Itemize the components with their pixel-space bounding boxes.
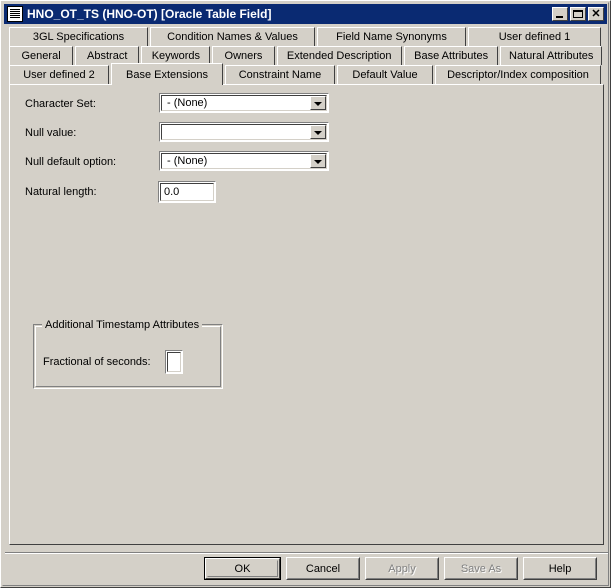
tab-base-extensions[interactable]: Base Extensions [111,63,223,85]
tab-label: Base Attributes [414,50,488,62]
tab-label: User defined 2 [23,69,95,81]
button-label: Apply [388,563,416,575]
tab-3gl-specifications[interactable]: 3GL Specifications [9,27,148,46]
chevron-down-icon[interactable] [310,96,326,110]
tab-label: Condition Names & Values [167,31,298,43]
tab-label: Base Extensions [126,69,208,81]
dialog-window: HNO_OT_TS (HNO-OT) [Oracle Table Field] … [0,0,611,588]
label-character-set: Character Set: [25,98,96,110]
save-as-button: Save As [444,557,518,580]
tab-label: Default Value [352,69,417,81]
tab-panel-base-extensions: Character Set: - (None) Null value: Null… [9,84,604,545]
tab-constraint-name[interactable]: Constraint Name [225,65,335,84]
input-natural-length-value: 0.0 [161,186,179,198]
minimize-button[interactable] [552,7,568,21]
minimize-icon [556,16,563,18]
document-list-icon [7,6,23,22]
input-fractional-of-seconds[interactable] [165,350,183,374]
close-button[interactable]: ✕ [588,7,604,21]
input-natural-length[interactable]: 0.0 [158,181,216,203]
tab-default-value[interactable]: Default Value [337,65,433,84]
tab-label: User defined 1 [499,31,571,43]
help-button[interactable]: Help [523,557,597,580]
tab-label: Field Name Synonyms [336,31,447,43]
button-label: Cancel [306,563,340,575]
button-label: Help [549,563,572,575]
tab-general[interactable]: General [9,46,73,65]
tab-label: Extended Description [287,50,392,62]
ok-button[interactable]: OK [204,557,281,580]
tab-strip: 3GL Specifications Condition Names & Valu… [9,27,604,84]
tab-label: Natural Attributes [509,50,593,62]
tab-row-1: 3GL Specifications Condition Names & Valu… [9,27,604,46]
tab-extended-description[interactable]: Extended Description [277,46,402,65]
tab-label: General [22,50,61,62]
maximize-button[interactable] [570,7,586,21]
group-additional-timestamp-attributes: Additional Timestamp Attributes Fraction… [33,324,223,389]
chevron-down-icon[interactable] [310,125,326,139]
combobox-null-default-option-value: - (None) [162,155,326,167]
button-label: Save As [461,563,501,575]
apply-button: Apply [365,557,439,580]
label-null-value: Null value: [25,127,76,139]
label-natural-length: Natural length: [25,186,97,198]
group-title: Additional Timestamp Attributes [42,319,202,331]
cancel-button[interactable]: Cancel [286,557,360,580]
footer-separator [5,552,608,554]
title-bar[interactable]: HNO_OT_TS (HNO-OT) [Oracle Table Field] … [4,4,607,24]
label-null-default-option: Null default option: [25,156,116,168]
tab-condition-names-values[interactable]: Condition Names & Values [150,27,315,46]
tab-row-3: User defined 2 Base Extensions Constraint … [9,65,604,84]
tab-label: Abstract [87,50,127,62]
tab-user-defined-2[interactable]: User defined 2 [9,65,109,84]
tab-label: Owners [225,50,263,62]
maximize-icon [573,10,583,18]
tab-row-2: General Abstract Keywords Owners Extended De… [9,46,604,65]
tab-user-defined-1[interactable]: User defined 1 [468,27,601,46]
tab-label: Constraint Name [239,69,322,81]
tab-natural-attributes[interactable]: Natural Attributes [500,46,602,65]
tab-descriptor-index-composition[interactable]: Descriptor/Index composition [435,65,601,84]
combobox-null-value[interactable] [159,122,329,142]
combobox-character-set-value: - (None) [162,97,326,109]
title-bar-buttons: ✕ [552,7,604,21]
window-title: HNO_OT_TS (HNO-OT) [Oracle Table Field] [27,7,552,21]
button-label: OK [235,563,251,575]
combobox-character-set[interactable]: - (None) [159,93,329,113]
tab-label: 3GL Specifications [33,31,124,43]
close-icon: ✕ [589,7,603,21]
tab-field-name-synonyms[interactable]: Field Name Synonyms [317,27,466,46]
dialog-button-bar: OK Cancel Apply Save As Help [1,557,611,588]
chevron-down-icon[interactable] [310,154,326,168]
tab-label: Keywords [152,50,200,62]
label-fractional-of-seconds: Fractional of seconds: [43,356,151,368]
tab-label: Descriptor/Index composition [447,69,589,81]
combobox-null-default-option[interactable]: - (None) [159,151,329,171]
tab-base-attributes[interactable]: Base Attributes [404,46,499,65]
